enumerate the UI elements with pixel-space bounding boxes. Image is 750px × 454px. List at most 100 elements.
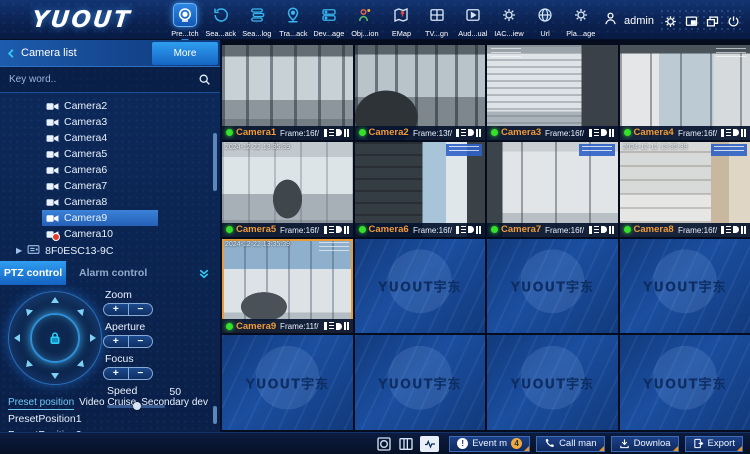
ptz-downleft-arrow[interactable] — [23, 360, 33, 370]
empty-tile[interactable]: YUOUT宇东 — [620, 239, 750, 334]
tile-titlebar: Camera6 Frame:16f/ — [355, 223, 486, 237]
ptz-downright-arrow[interactable] — [77, 360, 87, 370]
tile-frame-rate: Frame:16f/ — [545, 128, 584, 138]
call-manager-button[interactable]: Call man — [536, 436, 605, 452]
toolbar-item-search-playback[interactable]: Sea...ack — [203, 1, 239, 38]
camera-list-item[interactable]: Camera4 — [0, 130, 220, 146]
device-name: 8F0ESC13-9C — [45, 245, 113, 257]
event-message-button[interactable]: Event m 4 — [449, 436, 530, 452]
health-monitor-icon[interactable] — [420, 436, 439, 452]
camera-list-scrollbar[interactable] — [213, 133, 217, 191]
camera-list-item[interactable]: Camera10 — [0, 226, 220, 242]
export-button[interactable]: Export — [685, 436, 743, 452]
toolbar-item-object-detection[interactable]: Obj...ion — [347, 1, 383, 38]
camera-list-header: Camera list More — [0, 40, 220, 67]
camera-list-item[interactable]: Camera7 — [0, 178, 220, 194]
zoom-plus-button[interactable]: + — [104, 304, 128, 315]
call-button-label: Call man — [559, 438, 597, 449]
video-tile-camera9-selected[interactable]: 2024-12-22 13:35:39 Camera9 Frame:11f/ — [222, 239, 353, 334]
tab-preset-position[interactable]: Preset position — [8, 397, 74, 410]
ptz-down-arrow[interactable] — [51, 373, 59, 379]
focus-plus-button[interactable]: + — [104, 368, 128, 379]
empty-tile[interactable]: YUOUT宇东 — [487, 335, 618, 430]
search-icon[interactable] — [198, 73, 211, 86]
tab-alarm-control[interactable]: Alarm control — [79, 267, 147, 279]
aperture-minus-button[interactable]: − — [128, 336, 153, 347]
ptz-lock-button[interactable] — [30, 313, 80, 363]
screen-layout-icon[interactable] — [398, 436, 414, 452]
aperture-plus-button[interactable]: + — [104, 336, 128, 347]
camera-icon — [46, 117, 59, 128]
speed-slider[interactable] — [107, 405, 165, 408]
minimize-tray-icon[interactable] — [684, 14, 699, 29]
video-tile-camera1[interactable]: Camera1 Frame:16f/ — [222, 45, 353, 140]
camera-list-item[interactable]: Camera2 — [0, 98, 220, 114]
camera-list-item[interactable]: Camera5 — [0, 146, 220, 162]
toolbar-item-audio-visual[interactable]: Aud...ual — [455, 1, 491, 38]
video-tile-camera7[interactable]: Camera7 Frame:16f/ — [487, 142, 618, 237]
toolbar-item-preview[interactable]: Pre...tch — [167, 1, 203, 38]
empty-tile[interactable]: YUOUT宇东 — [222, 335, 353, 430]
ptz-up-arrow[interactable] — [51, 297, 59, 303]
download-button[interactable]: Downloa — [611, 436, 679, 452]
online-status-icon — [491, 129, 498, 136]
ptz-upleft-arrow[interactable] — [23, 306, 33, 316]
camera-list-item-selected[interactable]: Camera9 — [0, 210, 220, 226]
zoom-stepper: + − — [103, 303, 153, 316]
power-icon[interactable] — [726, 14, 741, 29]
tile-frame-rate: Frame:16f/ — [678, 128, 717, 138]
video-tile-camera4[interactable]: Camera4 Frame:16f/ — [620, 45, 750, 140]
video-tile-camera8[interactable]: 2024-12-12 13:35:39 Camera8 Frame:16f/ — [620, 142, 750, 237]
empty-tile[interactable]: YUOUT宇东 — [355, 335, 486, 430]
camera-list-item[interactable]: Camera6 — [0, 162, 220, 178]
collapse-chevron-icon[interactable] — [197, 267, 211, 280]
ptz-direction-pad[interactable] — [8, 291, 102, 385]
video-tile-camera6[interactable]: Camera6 Frame:16f/ — [355, 142, 486, 237]
zoom-minus-button[interactable]: − — [128, 304, 153, 315]
preset-list-scrollbar[interactable] — [213, 406, 217, 424]
empty-tile[interactable]: YUOUT宇东 — [620, 335, 750, 430]
camera-icon — [46, 165, 59, 176]
expand-arrow-icon[interactable]: ▶ — [16, 246, 22, 255]
more-button[interactable]: More — [152, 42, 218, 65]
watermark-logo: YUOUT宇东 — [511, 276, 594, 295]
camera-icon — [46, 133, 59, 144]
toolbar-label: Sea...log — [242, 29, 271, 37]
back-chevron-icon[interactable] — [6, 48, 17, 59]
toolbar-item-emap[interactable]: EMap — [383, 1, 419, 38]
focus-minus-button[interactable]: − — [128, 368, 153, 379]
stop-all-icon[interactable] — [376, 436, 392, 452]
search-input[interactable] — [9, 74, 198, 85]
ptz-right-arrow[interactable] — [90, 334, 96, 342]
device-tree-node[interactable]: ▶ 8F0ESC13-9C — [0, 242, 220, 259]
toolbar-item-plan-manage[interactable]: Pla...age — [563, 1, 599, 38]
settings-gear-icon[interactable] — [663, 14, 678, 29]
camera-list-item[interactable]: Camera3 — [0, 114, 220, 130]
camera-list-item[interactable]: Camera8 — [0, 194, 220, 210]
video-tile-camera2[interactable]: Camera2 Frame:13f/ — [355, 45, 486, 140]
restore-window-icon[interactable] — [705, 14, 720, 29]
preset-item[interactable]: PresetPosition1 — [0, 411, 220, 427]
camera-icon — [46, 101, 59, 112]
toolbar-label: Tra...ack — [279, 29, 307, 37]
empty-tile[interactable]: YUOUT宇东 — [487, 239, 618, 334]
aperture-stepper: + − — [103, 335, 153, 348]
toolbar-item-iac-view[interactable]: IAC...iew — [491, 1, 527, 38]
toolbar-item-track[interactable]: Tra...ack — [275, 1, 311, 38]
tab-ptz-control[interactable]: PTZ control — [0, 261, 66, 285]
toolbar-item-tv-wall[interactable]: TV...gn — [419, 1, 455, 38]
toolbar-label: IAC...iew — [494, 29, 523, 37]
video-tile-camera5[interactable]: 2024-12-22 13:35:39 Camera5 Frame:16f/ — [222, 142, 353, 237]
ptz-upright-arrow[interactable] — [77, 306, 87, 316]
tile-titlebar: Camera7 Frame:16f/ — [487, 223, 618, 237]
bottom-icon-group — [376, 436, 439, 452]
toolbar-item-search-log[interactable]: Sea...log — [239, 1, 275, 38]
camera-name: Camera9 — [64, 212, 107, 224]
toolbar-item-device-manage[interactable]: Dev...age — [311, 1, 347, 38]
user-menu[interactable]: admin — [602, 10, 654, 32]
empty-tile[interactable]: YUOUT宇东 — [355, 239, 486, 334]
event-button-label: Event m — [472, 438, 507, 449]
ptz-left-arrow[interactable] — [14, 334, 20, 342]
toolbar-item-url[interactable]: Url — [527, 1, 563, 38]
video-tile-camera3[interactable]: Camera3 Frame:16f/ — [487, 45, 618, 140]
